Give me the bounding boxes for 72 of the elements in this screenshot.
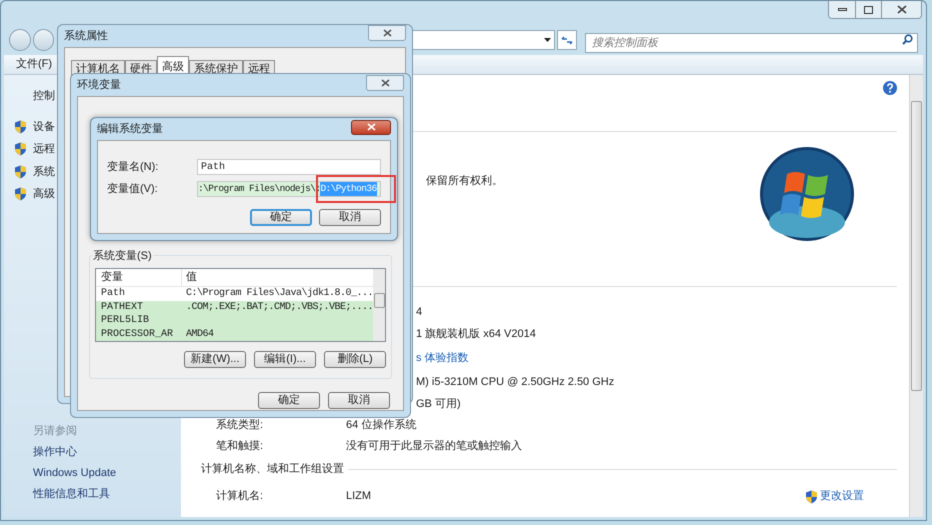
list-action-button[interactable]: 编辑(I)...: [254, 351, 316, 368]
close-icon: [380, 79, 390, 87]
info-label: 系统类型:: [216, 418, 264, 434]
sidebar-link[interactable]: 操作中心: [33, 446, 181, 459]
info-label: 笔和触摸:: [216, 439, 264, 454]
list-action-button[interactable]: 删除(L): [324, 351, 386, 368]
list-cell-text: PROCESSOR_AR: [100, 328, 174, 341]
list-cell-text: PATHEXT: [100, 300, 144, 315]
info-value: M) i5-3210M CPU @ 2.50GHz 2.50 GHz: [416, 374, 614, 390]
info-value: GB 可用): [416, 396, 461, 412]
name-field[interactable]: Path: [197, 159, 381, 175]
dialog-title: 系统属性: [64, 28, 108, 44]
info-value: 4: [416, 304, 422, 320]
sidebar-link[interactable]: Windows Update: [33, 467, 181, 480]
shield-icon: [805, 490, 818, 504]
list-row[interactable]: PROCESSOR_AR AMD64: [96, 328, 374, 341]
help-icon[interactable]: [883, 81, 897, 95]
shield-icon: [14, 187, 27, 202]
refresh-icon: [561, 36, 574, 44]
column-header[interactable]: 值: [182, 269, 197, 286]
field-label: 变量名(N):: [107, 160, 160, 175]
info-value: 64 位操作系统: [346, 418, 416, 434]
close-button[interactable]: [368, 25, 406, 41]
sidebar-link[interactable]: 远程: [33, 141, 55, 158]
section-label: 另请参阅: [33, 425, 78, 438]
maximize-button[interactable]: [855, 1, 881, 18]
close-icon: [366, 123, 376, 131]
info-value: 1 旗舰装机版 x64 V2014: [416, 326, 536, 342]
change-settings-link[interactable]: 更改设置: [820, 488, 864, 505]
menu-item[interactable]: 文件(F): [16, 56, 52, 73]
list-cell-text: Path: [100, 286, 126, 302]
close-icon: [382, 29, 392, 37]
list-action-button[interactable]: 新建(W)...: [184, 351, 246, 368]
close-button[interactable]: [366, 75, 404, 91]
dialog-title: 编辑系统变量: [97, 122, 163, 137]
scrollbar[interactable]: [909, 75, 923, 517]
search-icon: [902, 34, 913, 45]
section-heading: 计算机名称、域和工作组设置: [201, 462, 344, 477]
dropdown-caret-icon: [544, 38, 552, 42]
group-label: 系统变量(S): [92, 248, 153, 264]
sidebar-link[interactable]: 设备: [33, 118, 55, 135]
shield-icon: [14, 164, 27, 179]
shield-icon: [14, 142, 27, 156]
column-header[interactable]: 变量: [96, 269, 182, 286]
dialog-button[interactable]: 确定: [250, 209, 312, 226]
list-cell-text: .COM;.EXE;.BAT;.CMD;.VBS;.VBE;....: [185, 300, 374, 315]
list-cell-text: AMD64: [185, 328, 214, 341]
copyright-text: 保留所有权利。: [426, 174, 503, 189]
minimize-button[interactable]: [829, 1, 855, 18]
sidebar-link[interactable]: 系统: [33, 164, 55, 180]
refresh-button[interactable]: [557, 30, 577, 50]
dialog-button[interactable]: 取消: [328, 392, 390, 409]
close-button[interactable]: [881, 1, 921, 18]
scrollbar[interactable]: [373, 269, 385, 341]
sidebar-link[interactable]: 高级: [33, 186, 55, 202]
dialog-button[interactable]: 确定: [258, 392, 320, 409]
close-icon: [896, 5, 906, 14]
info-value: 没有可用于此显示器的笔或触控输入: [346, 439, 522, 454]
list-row[interactable]: PERL5LIB: [96, 314, 374, 328]
dialog-title: 环境变量: [77, 78, 121, 93]
sidebar-link[interactable]: 性能信息和工具: [33, 488, 181, 501]
list-row[interactable]: PATHEXT .COM;.EXE;.BAT;.CMD;.VBS;.VBE;....: [96, 300, 374, 314]
list-cell-text: PERL5LIB: [100, 314, 150, 328]
info-value: LIZM: [346, 489, 372, 504]
rating-link[interactable]: s 体验指数: [416, 350, 469, 366]
close-button[interactable]: [351, 120, 391, 134]
list-cell-text: C:\Program Files\Java\jdk1.8.0_...: [185, 286, 374, 302]
field-label: 变量值(V):: [107, 182, 159, 197]
dialog-button[interactable]: 取消: [319, 209, 381, 226]
search-field[interactable]: 搜索控制面板: [584, 33, 918, 53]
shield-icon: [14, 120, 27, 134]
info-label: 计算机名:: [216, 489, 264, 504]
